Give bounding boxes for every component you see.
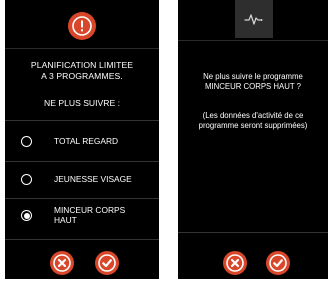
confirmation-question: Ne plus suivre le programme MINCEUR CORP… <box>182 72 324 92</box>
option-total-regard[interactable]: TOTAL REGARD <box>5 121 159 161</box>
confirm-button[interactable] <box>95 251 119 275</box>
data-deletion-note: (Les données d'activité de ce programme … <box>180 111 326 131</box>
option-jeunesse-visage[interactable]: JEUNESSE VISAGE <box>5 162 159 198</box>
limit-message-line: A 3 PROGRAMMES. <box>41 71 123 81</box>
note-line: programme seront supprimées) <box>198 121 308 130</box>
option-label: MINCEUR CORPS HAUT <box>54 205 154 225</box>
question-line: MINCEUR CORPS HAUT ? <box>204 82 302 91</box>
unfollow-selection-screen: PLANIFICATION LIMITEE A 3 PROGRAMMES. NE… <box>5 0 159 279</box>
divider <box>178 232 328 233</box>
radio-button[interactable] <box>21 174 32 185</box>
check-icon <box>269 254 287 272</box>
exclamation-icon <box>72 16 92 36</box>
radio-button[interactable] <box>21 136 32 147</box>
divider <box>178 40 328 41</box>
limit-message: PLANIFICATION LIMITEE A 3 PROGRAMMES. <box>11 60 153 82</box>
close-icon <box>226 254 244 272</box>
radio-button-selected[interactable] <box>21 210 32 221</box>
confirm-button[interactable] <box>266 251 290 275</box>
unfollow-confirmation-screen: Ne plus suivre le programme MINCEUR CORP… <box>178 0 328 279</box>
divider <box>5 239 159 240</box>
option-minceur-corps-haut[interactable]: MINCEUR CORPS HAUT <box>5 199 159 239</box>
option-label-line: TOTAL REGARD <box>54 136 119 146</box>
note-line: (Les données d'activité de ce <box>202 111 304 120</box>
option-label: TOTAL REGARD <box>54 136 154 146</box>
warning-badge <box>68 12 96 40</box>
check-icon <box>98 254 116 272</box>
limit-message-line: PLANIFICATION LIMITEE <box>30 60 134 70</box>
option-label-line: HAUT <box>54 215 77 225</box>
question-line: Ne plus suivre le programme <box>203 72 303 81</box>
option-label: JEUNESSE VISAGE <box>54 174 154 184</box>
activity-header <box>235 0 273 38</box>
cancel-button[interactable] <box>50 251 74 275</box>
close-icon <box>53 254 71 272</box>
activity-pulse-icon <box>244 14 263 25</box>
unfollow-subheading: NE PLUS SUIVRE : <box>44 98 120 108</box>
option-label-line: JEUNESSE VISAGE <box>54 174 132 184</box>
option-label-line: MINCEUR CORPS <box>54 205 126 215</box>
cancel-button[interactable] <box>223 251 247 275</box>
divider <box>5 48 159 49</box>
